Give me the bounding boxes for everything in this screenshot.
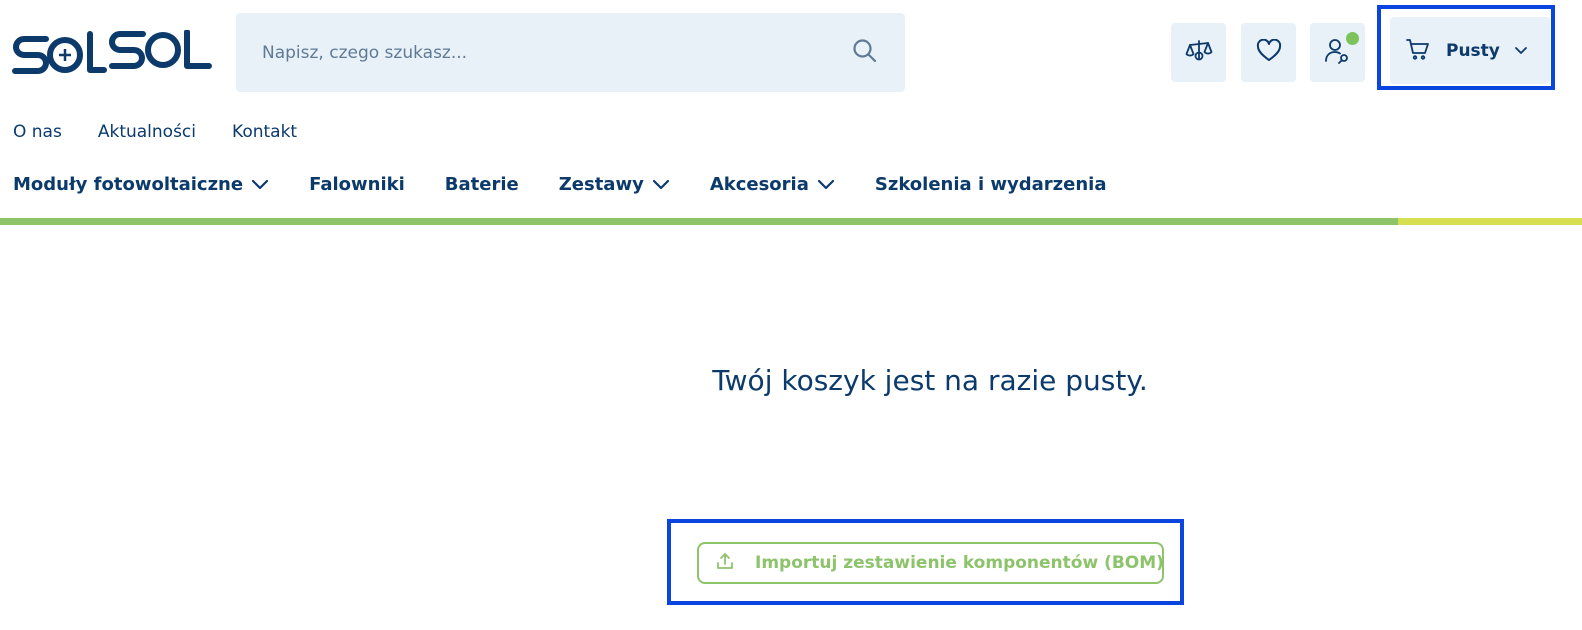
import-bom-label: Importuj zestawienie komponentów (BOM) (755, 553, 1164, 573)
chevron-down-icon (817, 179, 834, 189)
nav-item-label: Szkolenia i wydarzenia (874, 174, 1107, 195)
balance-scale-icon (1185, 39, 1213, 67)
nav-item-baterie[interactable]: Baterie (445, 174, 519, 195)
cart-icon (1406, 38, 1430, 64)
nav-item-label: Falowniki (309, 174, 405, 195)
nav-item-zestawy[interactable]: Zestawy (559, 174, 670, 195)
nav-item-label: Baterie (444, 174, 519, 195)
nav-item-label: Akcesoria (709, 174, 809, 195)
nav-item-falowniki[interactable]: Falowniki (309, 174, 405, 195)
compare-button[interactable] (1171, 23, 1226, 82)
chevron-down-icon (251, 179, 269, 189)
status-dot (1346, 32, 1359, 45)
logo-mark (12, 30, 212, 74)
nav-item-szkolenia[interactable]: Szkolenia i wydarzenia (875, 174, 1107, 195)
favorites-button[interactable] (1241, 23, 1296, 82)
top-links: O nas Aktualności Kontakt (13, 122, 333, 142)
import-bom-button[interactable]: Importuj zestawienie komponentów (BOM) (697, 542, 1164, 584)
search-bar[interactable] (236, 13, 905, 92)
nav-item-akcesoria[interactable]: Akcesoria (710, 174, 835, 195)
solsol-logo[interactable] (12, 30, 212, 74)
link-aktualnosci[interactable]: Aktualności (98, 122, 196, 142)
search-icon[interactable] (852, 38, 878, 68)
search-input[interactable] (262, 13, 822, 92)
cart-button[interactable]: Pusty (1390, 17, 1550, 84)
upload-icon (715, 551, 735, 575)
header-divider-yellow (1398, 218, 1582, 225)
nav-item-label: Moduły fotowoltaiczne (13, 174, 244, 195)
nav-item-label: Zestawy (558, 174, 644, 195)
chevron-down-icon (1514, 41, 1528, 60)
account-button[interactable] (1310, 23, 1365, 82)
chevron-down-icon (652, 179, 669, 189)
link-o-nas[interactable]: O nas (13, 122, 62, 142)
main-nav: Moduły fotowoltaiczne Falowniki Baterie … (13, 174, 1146, 195)
heart-icon (1256, 38, 1282, 67)
empty-cart-message: Twój koszyk jest na razie pusty. (712, 364, 1148, 397)
cart-label: Pusty (1446, 40, 1500, 61)
header-divider-green (0, 218, 1398, 225)
nav-item-moduly[interactable]: Moduły fotowoltaiczne (13, 174, 269, 195)
link-kontakt[interactable]: Kontakt (232, 122, 297, 142)
